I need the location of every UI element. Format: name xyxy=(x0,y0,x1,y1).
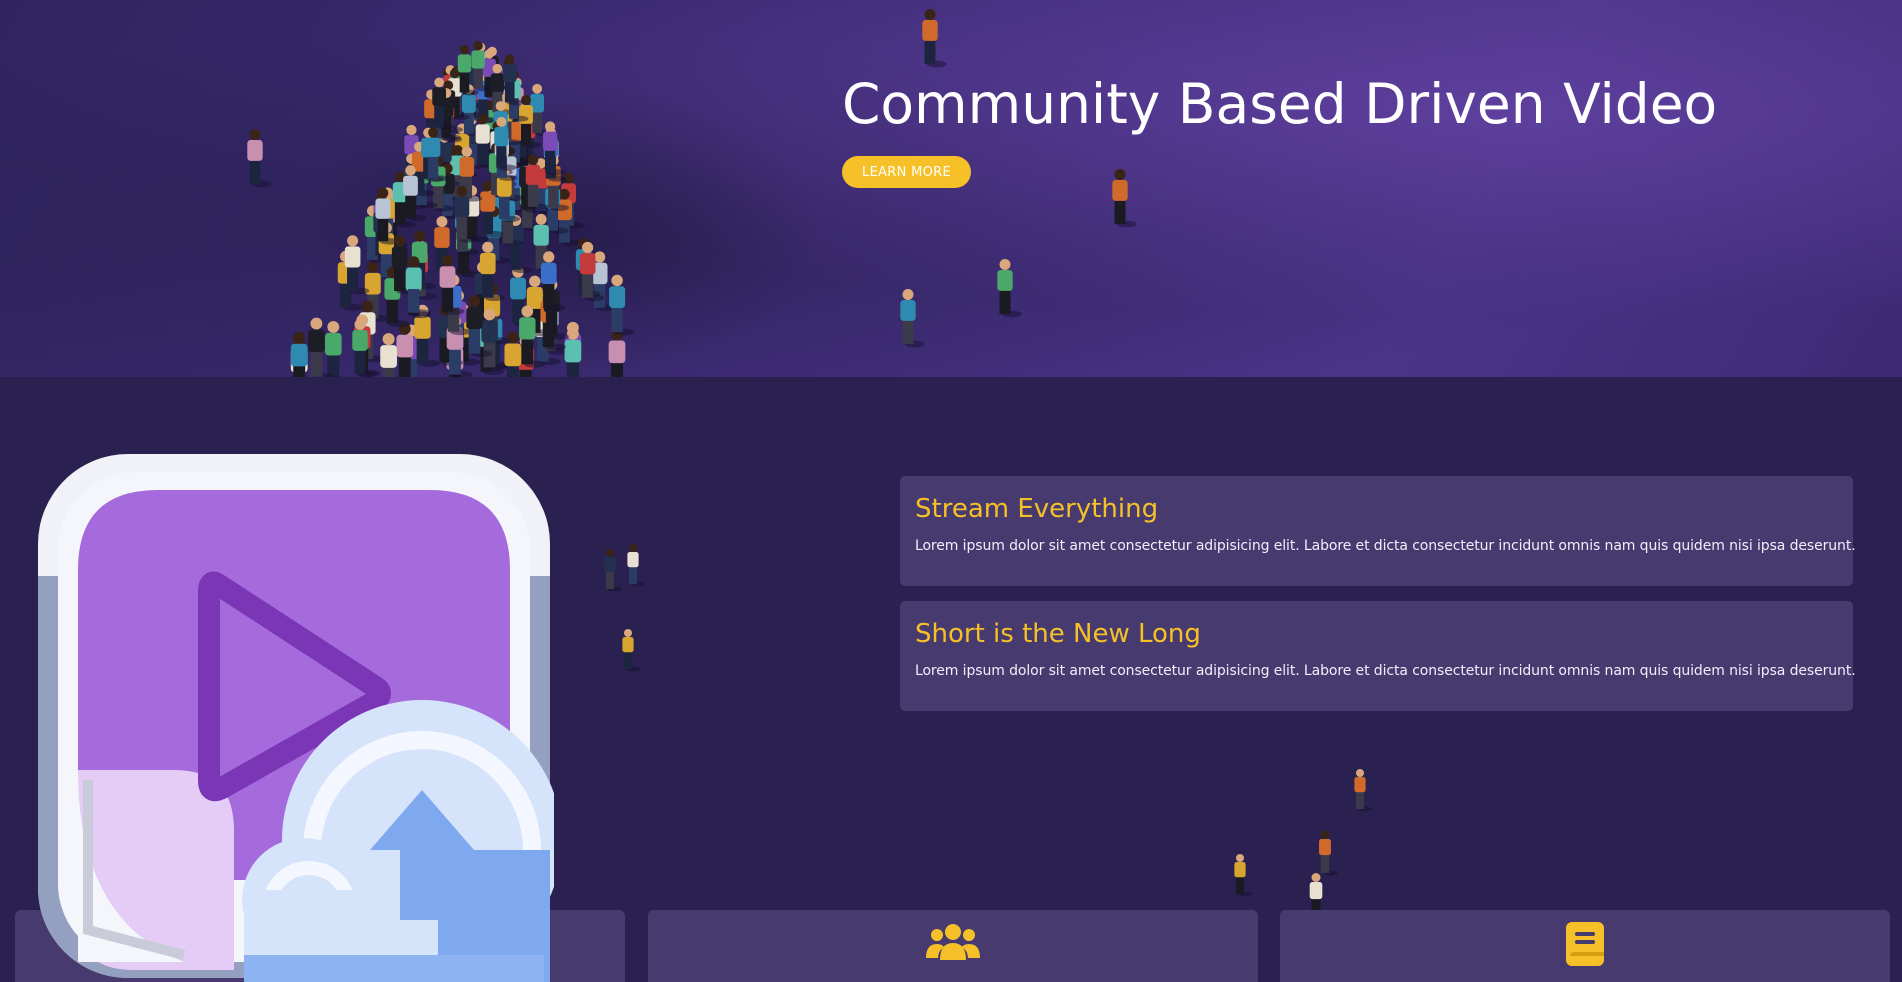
crowd-person xyxy=(622,629,640,672)
users-icon xyxy=(926,922,980,966)
crowd-illustration xyxy=(247,9,1137,377)
info-card-library[interactable] xyxy=(1280,910,1890,982)
feature-title: Stream Everything xyxy=(915,494,1159,524)
crowd-person xyxy=(325,321,344,377)
feature-title: Short is the New Long xyxy=(915,619,1201,649)
crowd-person xyxy=(922,9,947,68)
feature-text: Lorem ipsum dolor sit amet consectetur a… xyxy=(915,538,1856,554)
learn-more-button[interactable]: LEARN MORE xyxy=(842,156,971,188)
crowd-person xyxy=(627,544,645,587)
crowd-person xyxy=(1112,169,1137,228)
hero-title: Community Based Driven Video xyxy=(842,72,1718,136)
info-card-community[interactable] xyxy=(648,910,1258,982)
feature-card-short: Short is the New Long Lorem ipsum dolor … xyxy=(900,601,1856,711)
crowd-person xyxy=(247,129,272,188)
crowd-person xyxy=(900,289,925,348)
hero-banner: Community Based Driven Video LEARN MORE xyxy=(0,0,1902,377)
book-icon xyxy=(1566,922,1604,970)
crowd-person xyxy=(1234,854,1253,897)
feature-card-stream: Stream Everything Lorem ipsum dolor sit … xyxy=(900,476,1856,586)
crowd-person xyxy=(1354,769,1373,812)
crowd-person xyxy=(1319,830,1338,876)
crowd-person xyxy=(604,549,622,592)
video-upload-app-icon xyxy=(38,454,554,982)
crowd-person xyxy=(997,259,1022,318)
feature-text: Lorem ipsum dolor sit amet consectetur a… xyxy=(915,663,1856,679)
